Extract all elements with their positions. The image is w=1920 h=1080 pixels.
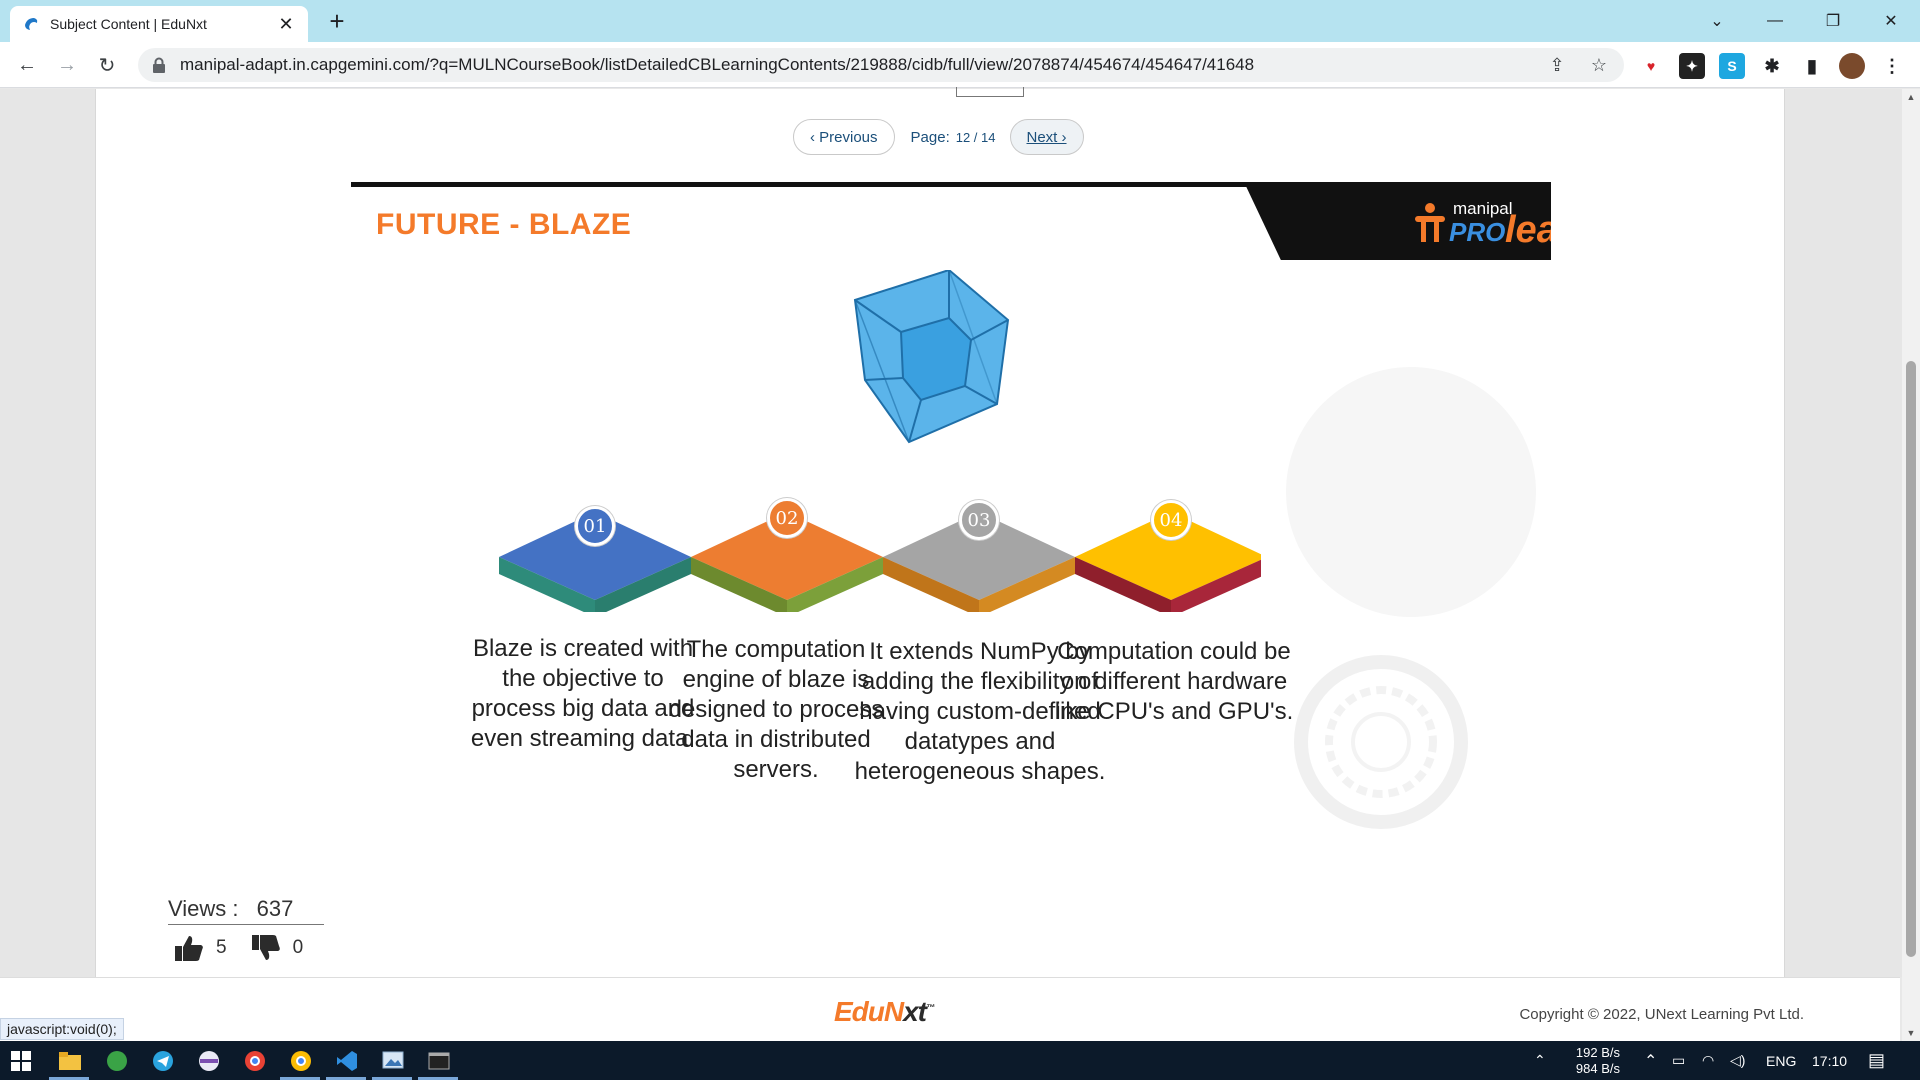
- site-footer: EduNxt™ Copyright © 2022, UNext Learning…: [0, 977, 1900, 1041]
- chrome-menu-icon[interactable]: ⋮: [1879, 53, 1905, 79]
- back-arrow-icon[interactable]: ←: [12, 50, 42, 80]
- window-close-icon[interactable]: ✕: [1862, 0, 1920, 42]
- bookmark-star-icon[interactable]: ☆: [1586, 52, 1612, 78]
- page-indicator: Page: 12 / 14: [911, 129, 996, 146]
- decorative-globe-graphic: [1286, 367, 1536, 829]
- browser-toolbar: ← → ↻ manipal-adapt.in.capgemini.com/?q=…: [0, 42, 1920, 88]
- file-explorer-icon[interactable]: [55, 1046, 85, 1076]
- step-number-badge: 04: [1151, 500, 1191, 540]
- brand-manipal-text: manipal: [1453, 199, 1513, 218]
- browser-tab-active[interactable]: Subject Content | EduNxt ✕: [10, 6, 308, 42]
- like-count: 5: [216, 937, 227, 958]
- content-panel: ‹ Previous Page: 12 / 14 Next › FUTURE - …: [95, 87, 1785, 977]
- side-panel-icon[interactable]: ▮: [1799, 53, 1825, 79]
- network-speed: 192 B/s 984 B/s: [1568, 1041, 1620, 1080]
- language-indicator[interactable]: ENG: [1766, 1041, 1796, 1080]
- net-down-speed: 984 B/s: [1575, 1060, 1620, 1076]
- windows-taskbar: ⌃ 192 B/s 984 B/s ⌃ ▭ ◠ ◁) ENG 17:10 ▤: [0, 1041, 1920, 1080]
- window-controls: ⌄ — ❐ ✕: [1688, 0, 1920, 42]
- zoom-select-peek[interactable]: [956, 87, 1024, 102]
- app-green-icon[interactable]: [102, 1046, 132, 1076]
- image-viewer-icon[interactable]: [378, 1046, 408, 1076]
- pagination: ‹ Previous Page: 12 / 14 Next ›: [793, 119, 1084, 155]
- logo-tm: ™: [926, 1002, 935, 1013]
- browser-tab-strip: Subject Content | EduNxt ✕ + ⌄ — ❐ ✕: [0, 0, 1920, 42]
- scrollbar-thumb[interactable]: [1906, 361, 1916, 957]
- forward-arrow-icon[interactable]: →: [52, 50, 82, 80]
- tab-close-icon[interactable]: ✕: [276, 14, 296, 35]
- share-icon[interactable]: ⇪: [1544, 52, 1570, 78]
- scroll-down-arrow-icon[interactable]: ▼: [1902, 1025, 1920, 1041]
- new-tab-button[interactable]: +: [322, 6, 352, 36]
- views-value: 637: [256, 896, 294, 921]
- ninja-extension-icon[interactable]: ✦: [1679, 53, 1705, 79]
- step-number-badge: 01: [575, 506, 615, 546]
- app-disc-icon[interactable]: [194, 1046, 224, 1076]
- tab-search-chevron-icon[interactable]: ⌄: [1688, 0, 1746, 42]
- profile-avatar[interactable]: [1839, 53, 1865, 79]
- restore-icon[interactable]: ❐: [1804, 0, 1862, 42]
- page-background: ‹ Previous Page: 12 / 14 Next › FUTURE - …: [0, 87, 1920, 977]
- page-label: Page:: [910, 128, 950, 146]
- extensions-puzzle-icon[interactable]: ✱: [1759, 53, 1785, 79]
- step-number-badge: 02: [767, 498, 807, 538]
- views-label: Views :: [168, 896, 239, 921]
- blaze-cube-graphic: [853, 270, 1010, 444]
- copyright-text: Copyright © 2022, UNext Learning Pvt Ltd…: [1519, 1006, 1804, 1023]
- previous-button[interactable]: ‹ Previous: [793, 119, 895, 155]
- tray-chevron-icon[interactable]: ⌃: [1534, 1041, 1546, 1080]
- clock-time[interactable]: 17:10: [1812, 1041, 1847, 1080]
- thumbs-up-icon[interactable]: [174, 934, 204, 962]
- show-hidden-icons-icon[interactable]: ⌃: [1644, 1041, 1657, 1080]
- manipal-emblem-icon: [1415, 203, 1445, 242]
- chrome-profile-icon[interactable]: [286, 1046, 316, 1076]
- thumbs-down-icon[interactable]: [251, 934, 281, 962]
- address-bar[interactable]: manipal-adapt.in.capgemini.com/?q=MULNCo…: [138, 48, 1624, 82]
- volume-icon[interactable]: ◁): [1730, 1041, 1745, 1080]
- lock-icon: [153, 57, 165, 73]
- next-button[interactable]: Next ›: [1009, 119, 1084, 155]
- step-number-badge: 03: [959, 500, 999, 540]
- logo-part-a: EduN: [834, 996, 904, 1027]
- page-scrollbar[interactable]: ▲ ▼: [1902, 89, 1920, 1041]
- notifications-icon[interactable]: ▤: [1868, 1041, 1885, 1080]
- s-extension-icon[interactable]: S: [1719, 53, 1745, 79]
- logo-part-b: xt: [903, 996, 927, 1027]
- net-up-speed: 192 B/s: [1575, 1044, 1620, 1060]
- windows-start-icon[interactable]: [6, 1046, 36, 1076]
- pocket-extension-icon[interactable]: ♥: [1638, 53, 1664, 79]
- edunxt-favicon-icon: [25, 18, 38, 30]
- chrome-icon[interactable]: [240, 1046, 270, 1076]
- vote-bar: 5 0: [174, 934, 327, 962]
- views-counter: Views : 637: [168, 896, 324, 925]
- vscode-icon[interactable]: [332, 1046, 362, 1076]
- reload-icon[interactable]: ↻: [92, 50, 122, 80]
- dislike-count: 0: [292, 937, 304, 958]
- brand-learn-text: learn: [1505, 209, 1551, 251]
- brand-pro-text: PRO: [1449, 217, 1506, 247]
- telegram-icon[interactable]: [148, 1046, 178, 1076]
- slide-title: FUTURE - BLAZE: [376, 208, 632, 241]
- tab-title: Subject Content | EduNxt: [50, 16, 207, 32]
- page-number: 12 / 14: [955, 129, 996, 145]
- minimize-icon[interactable]: —: [1746, 0, 1804, 42]
- step-description: Computation could be on different hardwa…: [1054, 638, 1294, 725]
- battery-icon[interactable]: ▭: [1672, 1041, 1685, 1080]
- status-bar-link: javascript:void(0);: [0, 1018, 124, 1040]
- slide: FUTURE - BLAZE manipal PRO learn: [351, 182, 1551, 872]
- edunxt-logo: EduNxt™: [834, 996, 935, 1028]
- terminal-icon[interactable]: [424, 1046, 454, 1076]
- url-text[interactable]: manipal-adapt.in.capgemini.com/?q=MULNCo…: [180, 55, 1528, 75]
- wifi-icon[interactable]: ◠: [1702, 1041, 1714, 1080]
- scroll-up-arrow-icon[interactable]: ▲: [1902, 89, 1920, 105]
